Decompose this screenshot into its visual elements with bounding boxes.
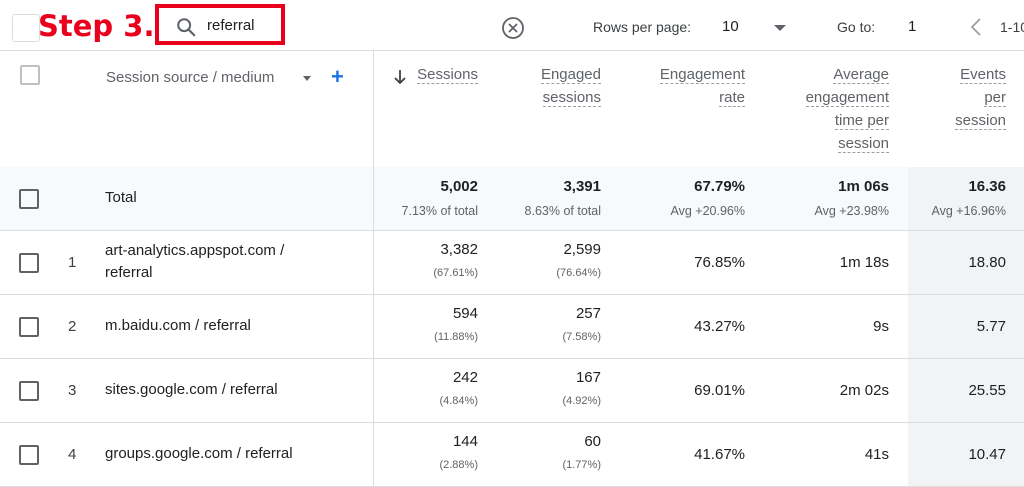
column-header-engagement-rate[interactable]: Engagement rate bbox=[630, 63, 745, 109]
chevron-left-icon[interactable] bbox=[969, 17, 983, 37]
row-dimension[interactable]: m.baidu.com / referral bbox=[105, 315, 251, 337]
total-avg-engagement-time: 1m 06s bbox=[838, 178, 889, 195]
dimension-header: Session source / medium bbox=[106, 69, 275, 86]
row-engaged-sessions-pct: (7.58%) bbox=[562, 331, 601, 343]
row-engaged-sessions: 60 bbox=[584, 433, 601, 450]
row-events-per-session: 25.55 bbox=[968, 382, 1006, 399]
row-engaged-sessions-pct: (4.92%) bbox=[562, 395, 601, 407]
row-checkbox[interactable] bbox=[19, 253, 39, 273]
row-sessions-pct: (67.61%) bbox=[433, 267, 478, 279]
column-header-average-engagement-time[interactable]: Average engagement time per session bbox=[770, 63, 889, 155]
select-all-checkbox[interactable] bbox=[20, 65, 40, 85]
row-sessions: 144 bbox=[452, 433, 478, 450]
total-sessions: 5,002 bbox=[440, 178, 478, 195]
row-sessions: 594 bbox=[452, 305, 478, 322]
row-engagement-rate: 41.67% bbox=[694, 446, 745, 463]
total-row-checkbox[interactable] bbox=[19, 189, 39, 209]
row-rank: 2 bbox=[68, 318, 77, 335]
page-range: 1-10 bbox=[1000, 19, 1024, 35]
add-dimension-icon[interactable]: + bbox=[331, 64, 344, 90]
step-annotation-label: Step 3. bbox=[38, 9, 155, 43]
total-engaged-sessions: 3,391 bbox=[563, 178, 601, 195]
row-sessions: 242 bbox=[452, 369, 478, 386]
row-engaged-sessions: 257 bbox=[575, 305, 601, 322]
column-header-engaged-sessions[interactable]: Engaged sessions bbox=[500, 63, 601, 109]
clear-icon[interactable] bbox=[501, 16, 525, 40]
row-engagement-rate: 76.85% bbox=[694, 254, 745, 271]
row-avg-engagement-time: 41s bbox=[864, 446, 889, 463]
total-avg-engagement-time-sub: Avg +23.98% bbox=[814, 204, 889, 218]
row-sessions-pct: (11.88%) bbox=[434, 331, 478, 343]
row-rank: 3 bbox=[68, 382, 77, 399]
rows-per-page-value[interactable]: 10 bbox=[722, 18, 739, 35]
goto-label: Go to: bbox=[837, 19, 876, 35]
row-rank: 1 bbox=[68, 254, 77, 271]
row-checkbox[interactable] bbox=[19, 381, 39, 401]
row-avg-engagement-time: 2m 02s bbox=[839, 382, 889, 399]
rows-per-page-label: Rows per page: bbox=[593, 19, 692, 35]
search-icon bbox=[177, 18, 196, 37]
row-engaged-sessions: 167 bbox=[575, 369, 601, 386]
column-header-events-per-session[interactable]: Events per session bbox=[920, 63, 1006, 132]
total-engagement-rate: 67.79% bbox=[694, 178, 745, 195]
row-checkbox[interactable] bbox=[19, 445, 39, 465]
row-engagement-rate: 69.01% bbox=[694, 382, 745, 399]
row-rank: 4 bbox=[68, 446, 77, 463]
row-avg-engagement-time: 9s bbox=[873, 318, 889, 335]
toolbar-checkbox[interactable] bbox=[12, 14, 40, 42]
row-events-per-session: 18.80 bbox=[968, 254, 1006, 271]
total-engaged-sessions-sub: 8.63% of total bbox=[524, 204, 601, 218]
row-events-per-session: 5.77 bbox=[976, 318, 1006, 335]
total-label: Total bbox=[105, 189, 137, 206]
total-sessions-sub: 7.13% of total bbox=[401, 204, 478, 218]
row-engaged-sessions-pct: (76.64%) bbox=[556, 267, 601, 279]
row-dimension[interactable]: groups.google.com / referral bbox=[105, 443, 293, 465]
row-dimension[interactable]: art-analytics.appspot.com / referral bbox=[105, 240, 284, 284]
row-engagement-rate: 43.27% bbox=[694, 318, 745, 335]
row-sessions-pct: (4.84%) bbox=[439, 395, 478, 407]
row-engaged-sessions-pct: (1.77%) bbox=[562, 459, 601, 471]
row-engaged-sessions: 2,599 bbox=[563, 241, 601, 258]
total-events-per-session-sub: Avg +16.96% bbox=[931, 204, 1006, 218]
chevron-down-icon[interactable] bbox=[303, 76, 311, 81]
sort-down-arrow-icon[interactable] bbox=[394, 69, 406, 85]
row-checkbox[interactable] bbox=[19, 317, 39, 337]
column-header-sessions[interactable]: Sessions bbox=[412, 63, 478, 86]
search-field[interactable] bbox=[155, 4, 285, 45]
row-events-per-session: 10.47 bbox=[968, 446, 1006, 463]
total-engagement-rate-sub: Avg +20.96% bbox=[670, 204, 745, 218]
chevron-down-icon[interactable] bbox=[774, 25, 786, 31]
row-sessions: 3,382 bbox=[440, 241, 478, 258]
total-events-per-session: 16.36 bbox=[968, 178, 1006, 195]
search-input[interactable] bbox=[207, 13, 283, 37]
highlight-total-cell bbox=[908, 167, 1024, 231]
data-table: Session source / medium + Sessions Engag… bbox=[0, 50, 1024, 487]
row-sessions-pct: (2.88%) bbox=[439, 459, 478, 471]
row-avg-engagement-time: 1m 18s bbox=[839, 254, 889, 271]
table-toolbar: Step 3. Rows per page: 10 Go to: 1 1-10 bbox=[0, 0, 1024, 50]
goto-page-input[interactable]: 1 bbox=[908, 18, 916, 35]
row-dimension[interactable]: sites.google.com / referral bbox=[105, 379, 278, 401]
